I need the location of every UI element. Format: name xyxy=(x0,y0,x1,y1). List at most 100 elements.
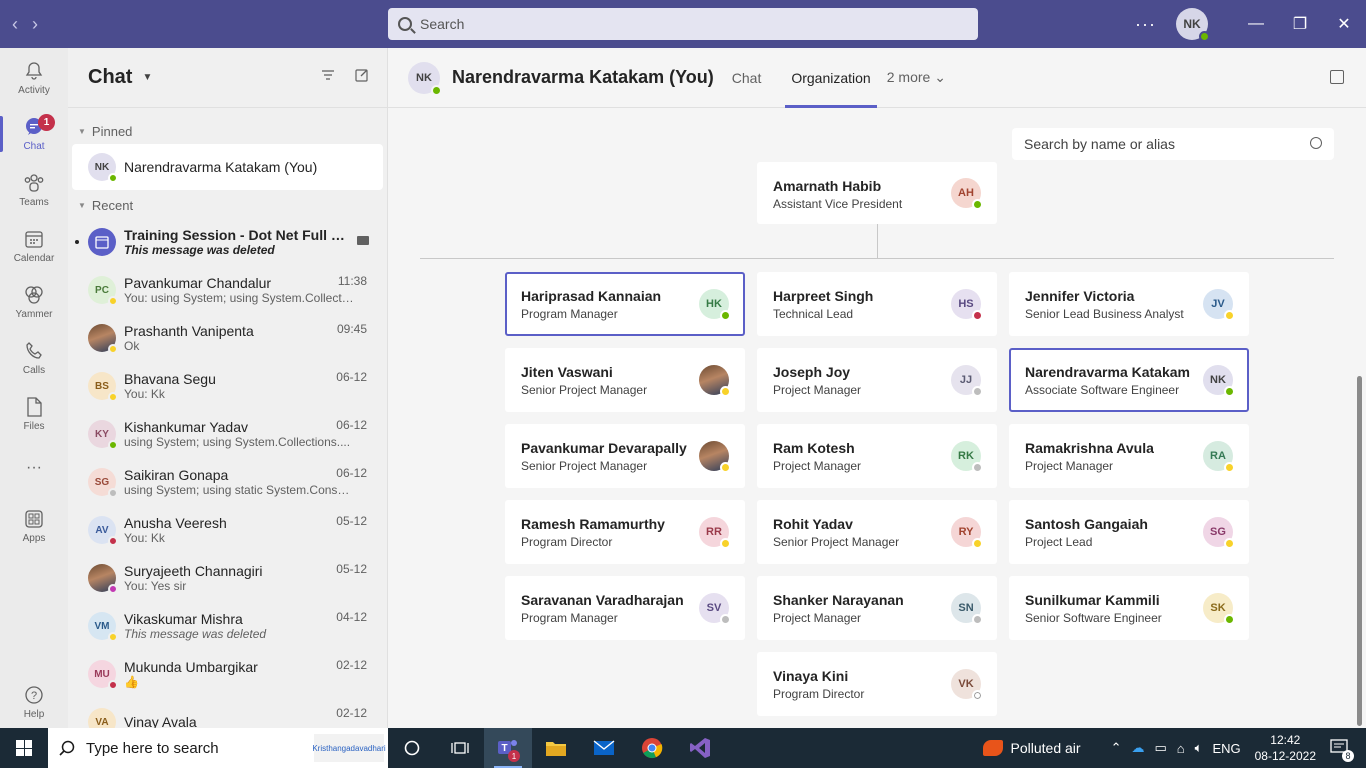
file-icon xyxy=(23,396,45,418)
person-title: Senior Lead Business Analyst xyxy=(1025,307,1184,321)
rail-item-chat[interactable]: 1 Chat xyxy=(0,106,68,162)
file-explorer-icon[interactable] xyxy=(532,728,580,768)
chat-item[interactable]: PC Pavankumar Chandalur You: using System;… xyxy=(68,266,387,314)
profile-avatar[interactable]: NK xyxy=(1176,8,1210,42)
weather-icon[interactable] xyxy=(982,740,1003,756)
minimize-button[interactable]: — xyxy=(1234,0,1278,48)
chat-item[interactable]: KY Kishankumar Yadav using System; using S… xyxy=(68,410,387,458)
org-card[interactable]: Hariprasad Kannaian Program Manager HK xyxy=(505,272,745,336)
notification-count: 8 xyxy=(1342,749,1354,762)
onedrive-icon[interactable]: ☁ xyxy=(1131,740,1144,756)
clock[interactable]: 12:42 08-12-2022 xyxy=(1255,732,1316,764)
visual-studio-icon[interactable] xyxy=(676,728,724,768)
rail-item-yammer[interactable]: Yammer xyxy=(0,274,68,330)
recent-section-header[interactable]: ▼ Recent xyxy=(68,192,387,218)
volume-icon[interactable]: 🔈︎ xyxy=(1195,740,1203,756)
cortana-icon[interactable] xyxy=(388,728,436,768)
avatar-initials: AV xyxy=(95,524,109,536)
task-view-icon[interactable] xyxy=(436,728,484,768)
chat-item[interactable]: Training Session - Dot Net Full St... Thi… xyxy=(68,218,387,266)
forward-arrow-icon[interactable]: › xyxy=(32,15,38,33)
avatar-initials: RY xyxy=(958,526,974,538)
scrollbar[interactable] xyxy=(1357,376,1362,726)
more-options-icon[interactable]: ··· xyxy=(1135,14,1156,35)
rail-item-files[interactable]: Files xyxy=(0,386,68,442)
avatar-initials: JJ xyxy=(959,374,973,386)
rail-item-apps[interactable]: Apps xyxy=(0,498,68,554)
org-card[interactable]: Jennifer Victoria Senior Lead Business An… xyxy=(1009,272,1249,336)
language-indicator[interactable]: ENG xyxy=(1212,741,1240,756)
org-card[interactable]: Narendravarma Katakam Associate Software … xyxy=(1009,348,1249,412)
avatar: NK xyxy=(1203,365,1235,397)
person-title: Assistant Vice President xyxy=(773,197,903,211)
chat-preview: Ok xyxy=(124,339,140,353)
mail-icon[interactable] xyxy=(580,728,628,768)
tab-more[interactable]: 2 more ⌄ xyxy=(881,48,952,108)
org-card[interactable]: Rohit Yadav Senior Project Manager RY xyxy=(757,500,997,564)
pinned-section-header[interactable]: ▼ Pinned xyxy=(68,118,387,144)
avatar xyxy=(88,564,118,594)
org-card[interactable]: Sunilkumar Kammili Senior Software Engine… xyxy=(1009,576,1249,640)
chat-item[interactable]: Prashanth Vanipenta Ok 09:45 xyxy=(68,314,387,362)
tab-organization[interactable]: Organization xyxy=(785,48,878,108)
org-card[interactable]: Vinaya Kini Program Director VK xyxy=(757,652,997,716)
notification-center-icon[interactable]: 8 xyxy=(1330,738,1354,762)
rail-item-activity[interactable]: Activity xyxy=(0,50,68,106)
teams-icon xyxy=(23,172,45,194)
org-search-input[interactable]: Search by name or alias xyxy=(1012,128,1334,160)
maximize-button[interactable]: ❐ xyxy=(1278,0,1322,48)
news-widget[interactable]: Kristhangadavadhari xyxy=(312,734,386,762)
org-card[interactable]: Shanker Narayanan Project Manager SN xyxy=(757,576,997,640)
chevron-down-icon[interactable]: ▼ xyxy=(142,72,152,83)
org-card[interactable]: Ram Kotesh Project Manager RK xyxy=(757,424,997,488)
rail-item-calendar[interactable]: Calendar xyxy=(0,218,68,274)
org-card[interactable]: Harpreet Singh Technical Lead HS xyxy=(757,272,997,336)
org-card[interactable]: Pavankumar Devarapally Senior Project Man… xyxy=(505,424,745,488)
teams-unread-badge: 1 xyxy=(508,750,520,762)
org-card[interactable]: Santosh Gangaiah Project Lead SG xyxy=(1009,500,1249,564)
chat-item[interactable]: VA Vinay Avala 02-12 xyxy=(68,698,387,728)
filter-icon[interactable] xyxy=(321,68,335,85)
person-name: Vinaya Kini xyxy=(773,668,849,684)
chat-item-pinned[interactable]: NK Narendravarma Katakam (You) xyxy=(72,144,383,190)
rail-item-calls[interactable]: Calls xyxy=(0,330,68,386)
chat-item[interactable]: BS Bhavana Segu You: Kk 06-12 xyxy=(68,362,387,410)
chat-item[interactable]: MU Mukunda Umbargikar 👍 02-12 xyxy=(68,650,387,698)
person-name: Saravanan Varadharajan xyxy=(521,592,684,608)
chevron-up-icon[interactable]: ⌃ xyxy=(1111,740,1122,756)
network-icon[interactable]: ⌂ xyxy=(1177,741,1185,756)
avatar: SG xyxy=(1203,517,1235,549)
org-card[interactable]: Saravanan Varadharajan Program Manager SV xyxy=(505,576,745,640)
org-card-manager[interactable]: Amarnath Habib Assistant Vice President … xyxy=(757,162,997,224)
start-button[interactable] xyxy=(0,728,48,768)
chat-item[interactable]: AV Anusha Veeresh You: Kk 05-12 xyxy=(68,506,387,554)
chat-name: Vikaskumar Mishra xyxy=(124,611,243,627)
close-button[interactable]: ✕ xyxy=(1322,0,1366,48)
chat-item[interactable]: Suryajeeth Channagiri You: Yes sir 05-12 xyxy=(68,554,387,602)
chrome-icon[interactable] xyxy=(628,728,676,768)
avatar-initials: VA xyxy=(95,716,109,728)
org-card[interactable]: Ramesh Ramamurthy Program Director RR xyxy=(505,500,745,564)
new-chat-icon[interactable] xyxy=(355,68,369,85)
teams-taskbar-icon[interactable]: T 1 xyxy=(484,728,532,768)
rail-item-help[interactable]: ? Help xyxy=(0,674,68,730)
rail-item-more[interactable]: ··· xyxy=(0,440,68,496)
org-card[interactable]: Joseph Joy Project Manager JJ xyxy=(757,348,997,412)
back-arrow-icon[interactable]: ‹ xyxy=(12,15,18,33)
rail-item-teams[interactable]: Teams xyxy=(0,162,68,218)
person-name: Ramesh Ramamurthy xyxy=(521,516,665,532)
org-connector xyxy=(877,224,878,258)
battery-icon[interactable]: ▭ xyxy=(1154,740,1166,756)
taskbar-search-input[interactable]: Type here to search Kristhangadavadhari xyxy=(48,728,388,768)
org-card[interactable]: Jiten Vaswani Senior Project Manager xyxy=(505,348,745,412)
org-card[interactable]: Ramakrishna Avula Project Manager RA xyxy=(1009,424,1249,488)
avatar[interactable]: NK xyxy=(408,61,442,96)
tab-chat[interactable]: Chat xyxy=(726,48,768,108)
chat-item[interactable]: SG Saikiran Gonapa using System; using sta… xyxy=(68,458,387,506)
popout-icon[interactable] xyxy=(1330,70,1344,84)
weather-status[interactable]: Polluted air xyxy=(1011,740,1081,756)
avatar: KY xyxy=(88,420,118,450)
global-search-input[interactable]: Search xyxy=(388,8,978,40)
chat-item[interactable]: VM Vikaskumar Mishra This message was dele… xyxy=(68,602,387,650)
person-title: Senior Project Manager xyxy=(521,383,648,397)
